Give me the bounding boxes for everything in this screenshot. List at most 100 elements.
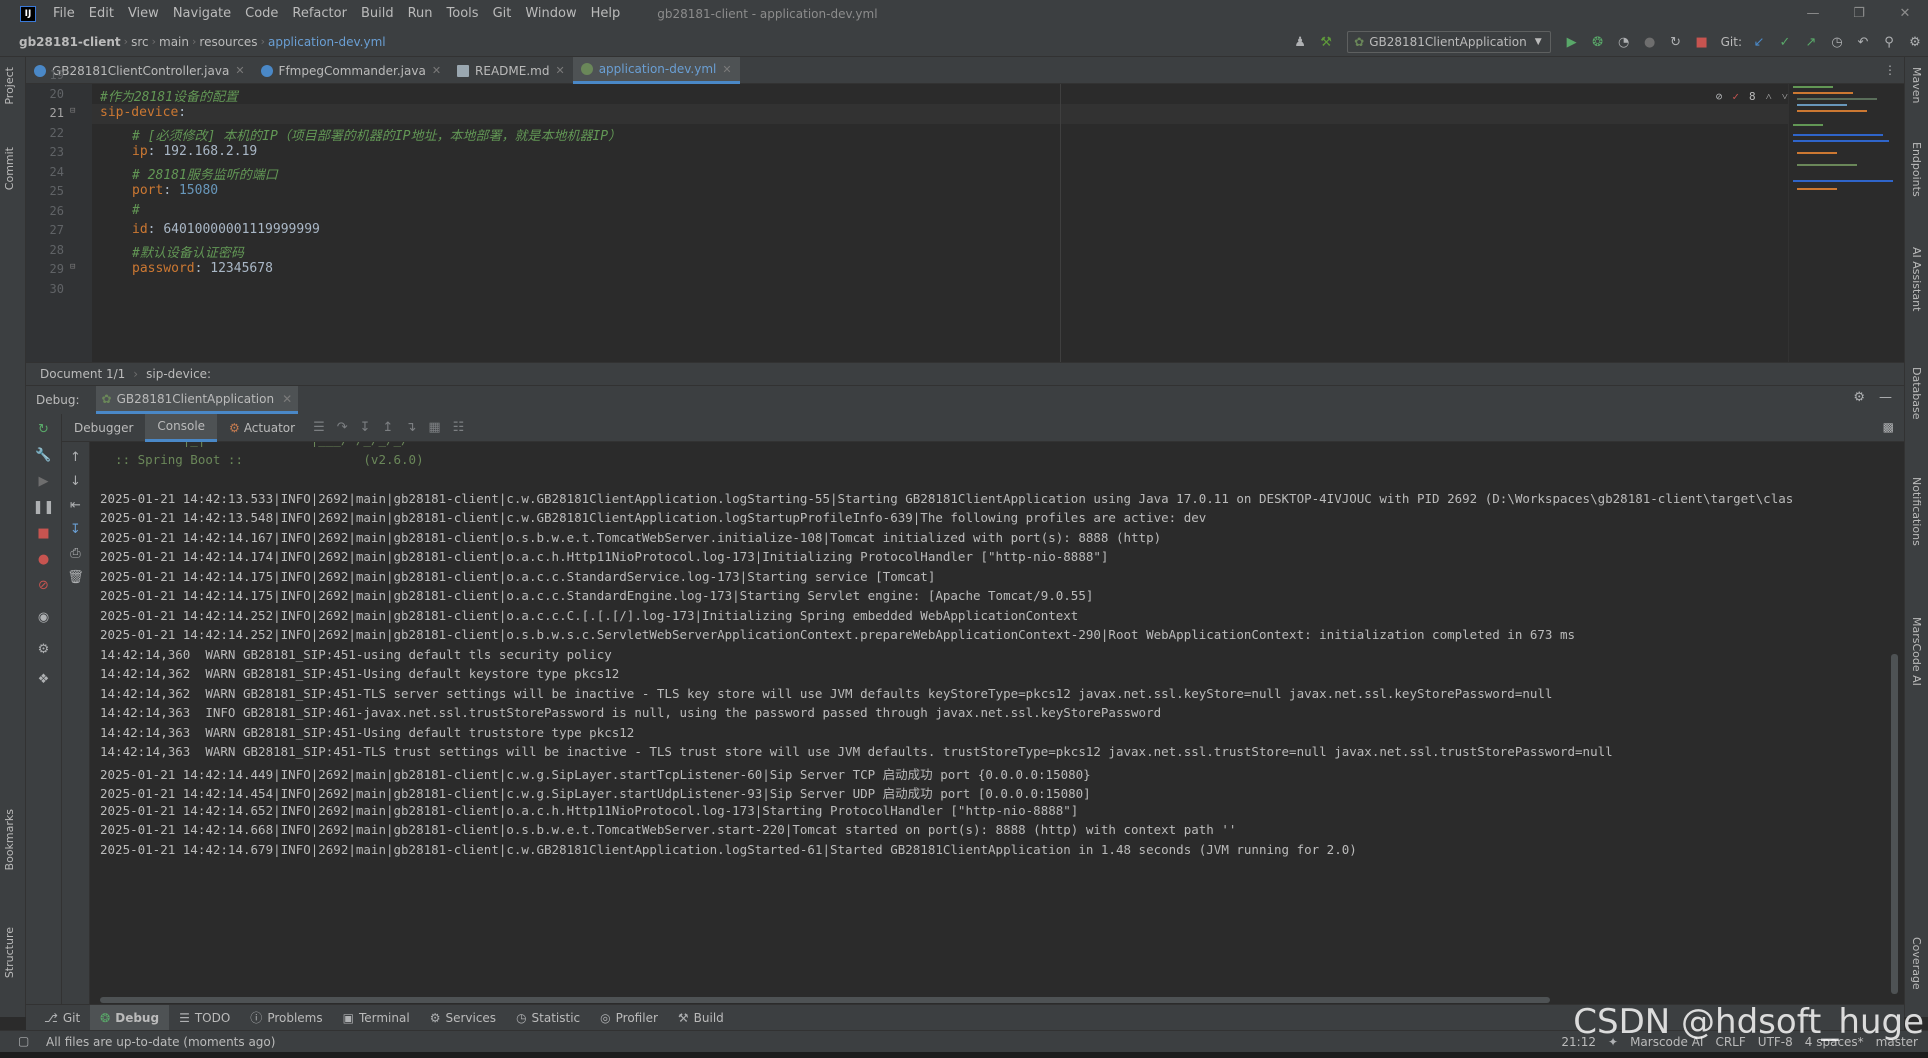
minimize-panel-icon[interactable]: —: [1879, 390, 1892, 405]
tool-window-tab-terminal[interactable]: ▣ Terminal: [333, 1005, 420, 1031]
git-commit-icon[interactable]: ✓: [1774, 31, 1796, 53]
code-minimap[interactable]: [1788, 84, 1904, 362]
menu-git[interactable]: Git: [486, 0, 519, 27]
debug-icon[interactable]: ❂: [1587, 31, 1609, 53]
menu-build[interactable]: Build: [354, 0, 401, 27]
restore-icon[interactable]: ❐: [1836, 0, 1882, 27]
tool-tab-commit[interactable]: Commit: [3, 147, 16, 190]
close-tab-icon[interactable]: ✕: [722, 63, 731, 76]
evaluate-icon[interactable]: ▦: [422, 420, 446, 435]
gear-icon[interactable]: ⚙: [1904, 31, 1926, 53]
git-push-icon[interactable]: ↗: [1800, 31, 1822, 53]
tool-tab-maven[interactable]: Maven: [1910, 67, 1923, 103]
tool-tab-notifications[interactable]: Notifications: [1910, 477, 1923, 546]
tab-debugger[interactable]: Debugger: [62, 414, 145, 442]
tool-window-tab-todo[interactable]: ☰ TODO: [169, 1005, 240, 1031]
trace-icon[interactable]: ☷: [447, 420, 471, 435]
status-message[interactable]: All files are up-to-date (moments ago): [46, 1035, 275, 1049]
scrollbar-thumb[interactable]: [1891, 654, 1898, 994]
trash-icon[interactable]: 🗑: [62, 570, 89, 585]
fold-icon[interactable]: ⊟: [70, 106, 75, 116]
arrow-up-icon[interactable]: ↑: [62, 450, 89, 465]
step-out-icon[interactable]: ↥: [377, 420, 400, 435]
menu-code[interactable]: Code: [238, 0, 285, 27]
console-output[interactable]: =========|_|==============|___/=/_/_/_/ …: [90, 442, 1900, 1004]
breadcrumb-main[interactable]: main: [156, 35, 192, 49]
document-indicator[interactable]: Document 1/1: [40, 367, 125, 381]
search-icon[interactable]: ⚲: [1878, 31, 1900, 53]
mute-breakpoints-icon[interactable]: ⊘: [26, 578, 61, 593]
hammer-icon[interactable]: ⚒: [1315, 31, 1337, 53]
tool-tab-project[interactable]: Project: [3, 67, 16, 105]
console-horizontal-scrollbar[interactable]: [100, 997, 1550, 1003]
gear-icon[interactable]: ⚙: [1853, 390, 1865, 405]
step-over-icon[interactable]: ↷: [331, 420, 354, 435]
editor-tab[interactable]: FfmpegCommander.java ✕: [253, 57, 450, 84]
camera-icon[interactable]: ◉: [26, 610, 61, 625]
eye-off-icon[interactable]: ⊘: [1716, 90, 1723, 103]
menu-refactor[interactable]: Refactor: [285, 0, 354, 27]
tool-tab-structure[interactable]: Structure: [3, 927, 16, 978]
tool-tab-coverage[interactable]: Coverage: [1910, 937, 1923, 990]
fold-end-icon[interactable]: ⊟: [70, 262, 75, 272]
tool-window-tab-git[interactable]: ⎇ Git: [34, 1005, 90, 1031]
layout-toggle-icon[interactable]: ▢: [18, 1034, 29, 1048]
close-icon[interactable]: ✕: [1882, 0, 1928, 27]
git-update-icon[interactable]: ↙: [1748, 31, 1770, 53]
tool-window-tab-services[interactable]: ⚙ Services: [420, 1005, 506, 1031]
tool-window-tab-statistic[interactable]: ◷ Statistic: [506, 1005, 590, 1031]
tool-window-tab-problems[interactable]: ⓘ Problems: [240, 1005, 332, 1031]
run-icon[interactable]: ▶: [1561, 31, 1583, 53]
tool-window-tab-build[interactable]: ⚒ Build: [668, 1005, 734, 1031]
more-run-icon[interactable]: ↻: [1665, 31, 1687, 53]
stop-icon[interactable]: ■: [1691, 31, 1713, 53]
tool-window-tab-debug[interactable]: ❂ Debug: [90, 1004, 170, 1031]
breadcrumb-src[interactable]: src: [128, 35, 152, 49]
history-icon[interactable]: ◷: [1826, 31, 1848, 53]
layout-icon[interactable]: ▩: [1883, 420, 1894, 434]
menu-window[interactable]: Window: [518, 0, 583, 27]
breadcrumb-file[interactable]: application-dev.yml: [265, 35, 389, 49]
menu-view[interactable]: View: [121, 0, 166, 27]
coverage-icon[interactable]: ◔: [1613, 31, 1635, 53]
editor-tab[interactable]: README.md ✕: [449, 57, 573, 84]
resume-icon[interactable]: ▶: [26, 474, 61, 489]
breadcrumb-project[interactable]: gb28181-client: [16, 35, 124, 49]
more-tabs-icon[interactable]: ⋮: [1884, 63, 1896, 77]
code-editor[interactable]: 19 20 21 22 23 24 25 26 27 28 29 30 ⊟ ⊟ …: [26, 68, 1904, 362]
wrench-icon[interactable]: 🔧: [26, 448, 61, 463]
user-icon[interactable]: ♟: [1289, 31, 1311, 53]
tab-actuator[interactable]: ⚙ Actuator: [217, 414, 307, 442]
yaml-path[interactable]: sip-device:: [146, 367, 211, 381]
scroll-to-end-icon[interactable]: ↧: [62, 522, 89, 537]
tool-window-tab-profiler[interactable]: ◎ Profiler: [590, 1005, 668, 1031]
tool-tab-ai-assistant[interactable]: AI Assistant: [1910, 247, 1923, 311]
menu-lines-icon[interactable]: ☰: [307, 420, 331, 435]
pin-icon[interactable]: ❖: [26, 672, 61, 687]
close-tab-icon[interactable]: ✕: [432, 64, 441, 77]
menu-edit[interactable]: Edit: [82, 0, 121, 27]
tab-console[interactable]: Console: [145, 413, 218, 442]
soft-wrap-icon[interactable]: ⇤: [62, 498, 89, 513]
gear-icon[interactable]: ⚙: [26, 642, 61, 657]
menu-help[interactable]: Help: [584, 0, 628, 27]
menu-tools[interactable]: Tools: [440, 0, 486, 27]
editor-tab-active[interactable]: application-dev.yml ✕: [572, 57, 740, 84]
print-icon[interactable]: ⎙: [62, 546, 89, 561]
view-breakpoints-icon[interactable]: ●: [26, 552, 61, 567]
menu-navigate[interactable]: Navigate: [166, 0, 238, 27]
minimize-icon[interactable]: —: [1790, 0, 1836, 27]
arrow-down-icon[interactable]: ↓: [62, 474, 89, 489]
close-tab-icon[interactable]: ✕: [555, 64, 564, 77]
run-to-cursor-icon[interactable]: ↴: [399, 420, 422, 435]
rollback-icon[interactable]: ↶: [1852, 31, 1874, 53]
close-tab-icon[interactable]: ✕: [282, 392, 292, 406]
chevron-up-icon[interactable]: ˄: [1766, 90, 1772, 103]
breadcrumb-resources[interactable]: resources: [196, 35, 260, 49]
menu-run[interactable]: Run: [401, 0, 440, 27]
profile-icon[interactable]: ●: [1639, 31, 1661, 53]
close-tab-icon[interactable]: ✕: [235, 64, 244, 77]
debug-session-tab[interactable]: ✿ GB28181ClientApplication ✕: [95, 386, 299, 414]
rerun-icon[interactable]: ↻: [26, 422, 61, 437]
stop-icon[interactable]: ■: [26, 526, 61, 541]
